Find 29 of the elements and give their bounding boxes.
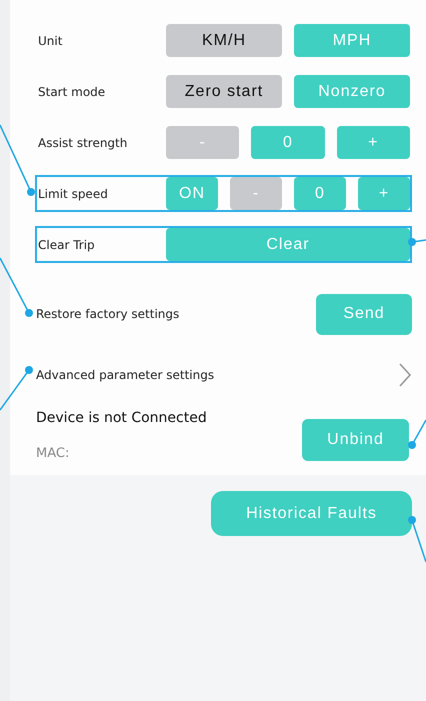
chevron-right-icon[interactable] bbox=[398, 362, 412, 388]
step-button[interactable]: Clear bbox=[166, 228, 410, 261]
setting-label: Clear Trip bbox=[37, 238, 96, 252]
leader-line bbox=[408, 420, 426, 449]
leader-line bbox=[0, 258, 33, 317]
setting-label[interactable]: Advanced parameter settings bbox=[36, 368, 214, 382]
step-button[interactable]: - bbox=[166, 126, 240, 159]
historical-faults-button[interactable]: Historical Faults bbox=[211, 491, 412, 536]
option-button[interactable]: Nonzero bbox=[294, 75, 410, 108]
setting-label: Limit speed bbox=[37, 186, 109, 200]
connection-status: Device is not Connected bbox=[36, 410, 207, 426]
send-button[interactable]: Send bbox=[316, 294, 412, 334]
option-button[interactable]: ON bbox=[166, 177, 218, 210]
step-button[interactable]: 0 bbox=[294, 177, 346, 210]
setting-label: Restore factory settings bbox=[36, 307, 180, 321]
leader-line bbox=[408, 516, 426, 562]
step-button[interactable]: + bbox=[358, 177, 410, 210]
setting-label: Assist strength bbox=[37, 136, 128, 150]
option-button[interactable]: KM/H bbox=[166, 24, 282, 57]
step-button[interactable]: + bbox=[336, 126, 410, 159]
setting-label: Start mode bbox=[37, 84, 106, 98]
leader-line bbox=[0, 366, 33, 410]
step-button[interactable]: - bbox=[230, 177, 282, 210]
step-button[interactable]: 0 bbox=[251, 126, 325, 159]
setting-label: Unit bbox=[37, 34, 64, 48]
unbind-button[interactable]: Unbind bbox=[302, 419, 409, 461]
mac-label: MAC: bbox=[36, 446, 70, 461]
option-button[interactable]: Zero start bbox=[166, 75, 282, 108]
option-button[interactable]: MPH bbox=[294, 24, 410, 57]
